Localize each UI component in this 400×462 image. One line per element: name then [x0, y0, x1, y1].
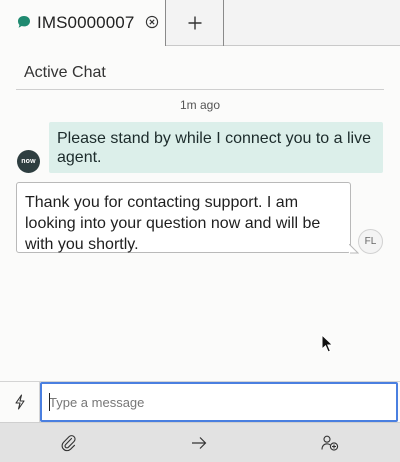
tab-bar: IMS0000007 — [0, 0, 400, 46]
text-caret — [49, 393, 50, 411]
message-input[interactable] — [40, 382, 398, 422]
lightning-icon — [14, 394, 25, 410]
agent-logo-avatar: now — [17, 150, 40, 173]
tab-title: IMS0000007 — [37, 13, 135, 32]
send-button[interactable] — [179, 423, 219, 462]
attach-button[interactable] — [49, 423, 89, 462]
agent-logo-text: now — [21, 158, 36, 165]
quick-actions-button[interactable] — [0, 382, 40, 422]
chat-header: Active Chat — [16, 56, 384, 90]
chat-footer-toolbar — [0, 422, 400, 462]
add-user-button[interactable] — [310, 423, 350, 462]
mouse-pointer-icon — [321, 334, 334, 353]
page-title: Active Chat — [24, 64, 106, 81]
chat-bubble-icon — [18, 16, 30, 28]
close-tab-icon[interactable] — [145, 15, 159, 29]
paperclip-icon — [61, 435, 76, 452]
message-timestamp: 1m ago — [179, 98, 221, 112]
user-avatar: FL — [358, 229, 383, 254]
plus-icon — [188, 16, 201, 30]
user-initials: FL — [364, 236, 377, 247]
message-bubble-left: Thank you for contacting support. I am l… — [16, 182, 351, 253]
message-text: Thank you for contacting support. I am l… — [25, 194, 321, 253]
add-tab-button[interactable] — [166, 0, 224, 46]
composer-bar — [0, 381, 400, 422]
bubble-tail — [349, 244, 359, 254]
arrow-right-icon — [192, 437, 207, 449]
message-bubble-right: Please stand by while I connect you to a… — [49, 122, 383, 173]
add-user-icon — [321, 435, 339, 451]
tab-chat-ims0000007[interactable]: IMS0000007 — [0, 0, 166, 46]
message-text: Please stand by while I connect you to a… — [57, 130, 371, 166]
